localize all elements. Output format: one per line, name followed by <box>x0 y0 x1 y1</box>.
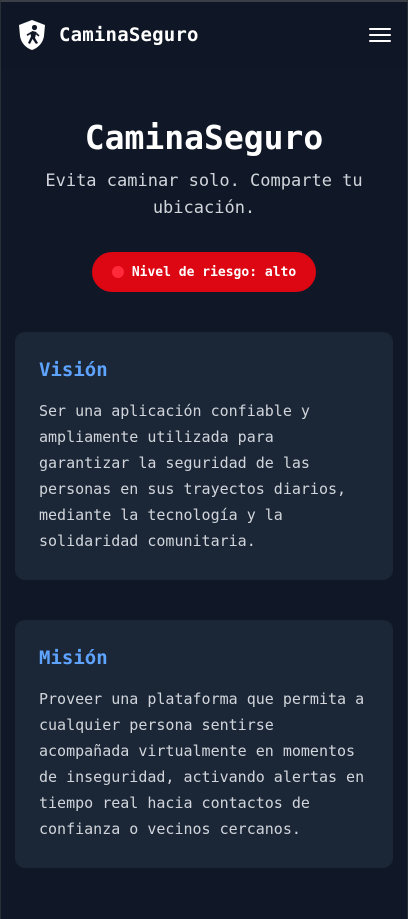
hero-title: CaminaSeguro <box>84 118 324 157</box>
vision-text: Ser una aplicación confiable y ampliamen… <box>39 402 347 550</box>
mission-card: Misión Proveer una plataforma que permit… <box>15 620 393 868</box>
top-navbar: CaminaSeguro <box>1 2 407 68</box>
risk-indicator-dot-icon <box>111 266 124 278</box>
vision-card: Visión Ser una aplicación confiable y am… <box>15 332 393 580</box>
mission-title: Misión <box>39 647 108 669</box>
vision-title: Visión <box>39 359 108 381</box>
brand[interactable]: CaminaSeguro <box>17 19 199 51</box>
hero-section: CaminaSeguro Evita caminar solo. Compart… <box>1 68 407 292</box>
mission-text: Proveer una plataforma que permita a cua… <box>39 690 365 838</box>
risk-level-label: Nivel de riesgo: alto <box>131 264 297 280</box>
brand-name: CaminaSeguro <box>59 24 199 46</box>
hero-subtitle: Evita caminar solo. Comparte tu ubicació… <box>45 171 363 218</box>
risk-level-badge[interactable]: Nivel de riesgo: alto <box>91 252 317 292</box>
hamburger-menu-icon[interactable] <box>369 26 391 44</box>
walking-person-shield-icon <box>19 20 45 50</box>
